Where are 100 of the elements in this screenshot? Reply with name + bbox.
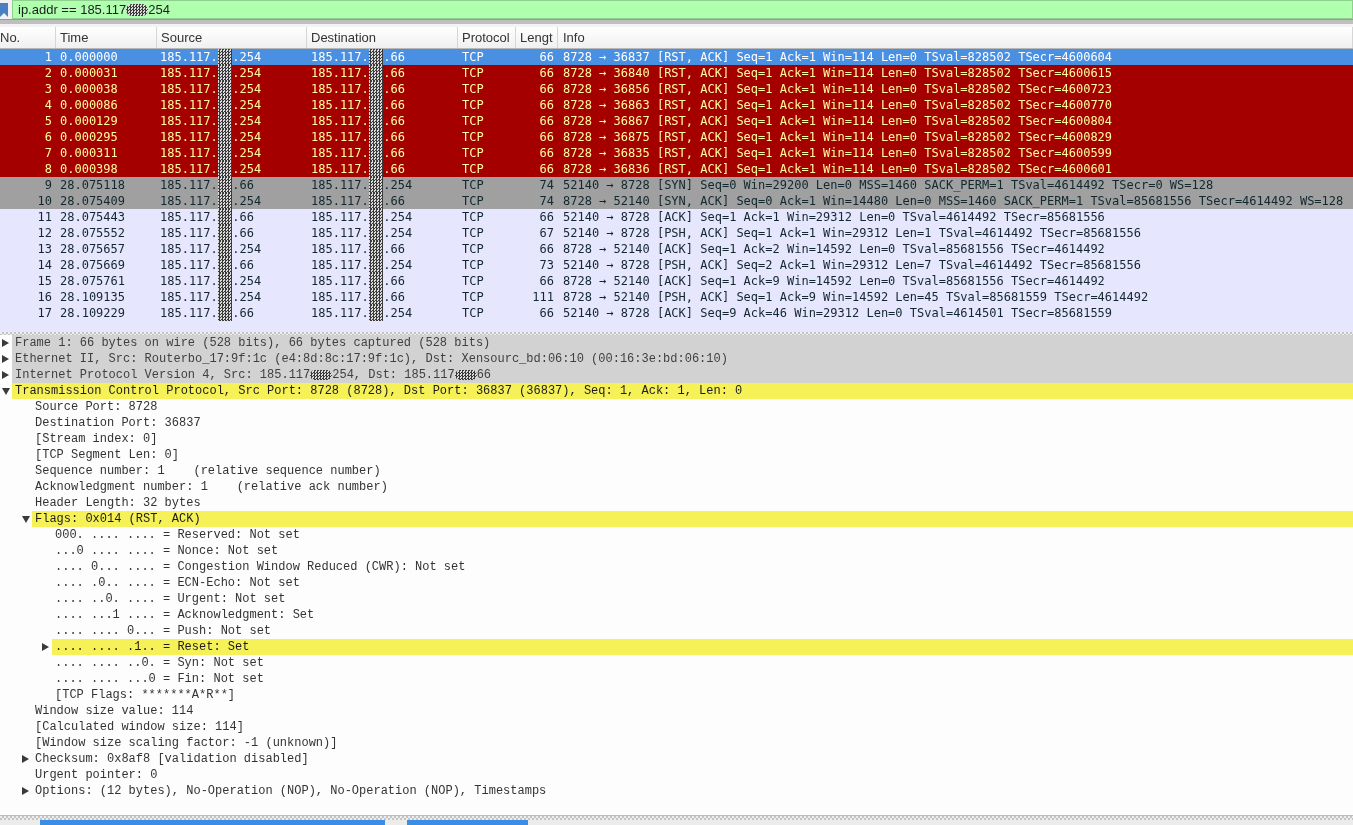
redaction-icon xyxy=(368,129,384,145)
info-text: 52140 → 8728 [PSH, ACK] Seq=1 Ack=1 Win=29312 Len=1 TSval=4614492 TSecr=85681556 xyxy=(562,225,1142,241)
column-header[interactable]: Info xyxy=(558,27,1353,48)
redaction-icon xyxy=(368,257,384,273)
packet-number: 7 xyxy=(43,145,53,161)
packet-number: 4 xyxy=(43,97,53,113)
redaction-icon xyxy=(217,273,233,289)
tree-item[interactable]: Destination Port: 36837 xyxy=(32,415,201,431)
packet-row[interactable]: 15 28.075761 185.117. .254 185.117. .66 TCP 66 8728 → 52140 [ACK] Seq=1 Ack=9 Win=14592 Len=0 TSval=85681556 TSecr=4614492 xyxy=(0,273,1353,289)
protocol-text: TCP xyxy=(461,97,485,113)
filter-field[interactable]: ip.addr == 185.117 254 xyxy=(12,0,1353,19)
tree-item[interactable]: .... .... .1.. = Reset: Set xyxy=(52,639,1353,655)
redaction-icon xyxy=(368,145,384,161)
packet-row[interactable]: 4 0.000086 185.117. .254 185.117. .66 TCP 66 8728 → 36863 [RST, ACK] Seq=1 Ack=1 Win=114 Len=0 TSval=828502 TSecr=4600770 xyxy=(0,97,1353,113)
info-text: 52140 → 8728 [PSH, ACK] Seq=2 Ack=1 Win=29312 Len=7 TSval=4614492 TSecr=85681556 xyxy=(562,257,1142,273)
protocol-text: TCP xyxy=(461,193,485,209)
right-triangle-icon[interactable] xyxy=(22,755,29,763)
column-header[interactable]: Protocol xyxy=(458,27,516,48)
length-text: 66 xyxy=(538,81,555,97)
tree-item[interactable]: Source Port: 8728 xyxy=(32,399,158,415)
column-header[interactable]: Source xyxy=(157,27,307,48)
tree-item[interactable]: Header Length: 32 bytes xyxy=(32,495,201,511)
packet-row[interactable]: 17 28.109229 185.117. .66 185.117. .254 TCP 66 52140 → 8728 [ACK] Seq=9 Ack=46 Win=29312 Len=0 TSval=4614501 TSecr=85681559 xyxy=(0,305,1353,321)
tree-item[interactable]: Ethernet II, Src: Routerbo_17:9f:1c (e4:8d:8c:17:9f:1c), Dst: Xensourc_bd:06:10 (00:16:3e:bd:06:10) xyxy=(12,351,1353,367)
column-header[interactable]: Lengt xyxy=(516,27,558,48)
packet-row[interactable]: 11 28.075443 185.117. .66 185.117. .254 TCP 66 52140 → 8728 [ACK] Seq=1 Ack=1 Win=29312 Len=0 TSval=4614492 TSecr=85681556 xyxy=(0,209,1353,225)
packet-row[interactable]: 3 0.000038 185.117. .254 185.117. .66 TCP 66 8728 → 36856 [RST, ACK] Seq=1 Ack=1 Win=114 Len=0 TSval=828502 TSecr=4600723 xyxy=(0,81,1353,97)
tree-item[interactable]: .... .... 0... = Push: Not set xyxy=(52,623,272,639)
tree-item[interactable]: Transmission Control Protocol, Src Port: 8728 (8728), Dst Port: 36837 (36837), Seq: 1, Ack: 1, Len: 0 xyxy=(12,383,1353,399)
tree-item[interactable]: .... .0.. .... = ECN-Echo: Not set xyxy=(52,575,300,591)
info-text: 52140 → 8728 [ACK] Seq=1 Ack=1 Win=29312 Len=0 TSval=4614492 TSecr=85681556 xyxy=(562,209,1106,225)
protocol-text: TCP xyxy=(461,289,485,305)
info-text: 8728 → 36835 [RST, ACK] Seq=1 Ack=1 Win=114 Len=0 TSval=828502 TSecr=4600599 xyxy=(562,145,1114,161)
time-text: 28.109135 xyxy=(59,289,127,305)
address-text: .66 xyxy=(383,145,405,161)
packet-row[interactable]: 8 0.000398 185.117. .254 185.117. .66 TCP 66 8728 → 36836 [RST, ACK] Seq=1 Ack=1 Win=114 Len=0 TSval=828502 TSecr=4600601 xyxy=(0,161,1353,177)
packet-row[interactable]: 7 0.000311 185.117. .254 185.117. .66 TCP 66 8728 → 36835 [RST, ACK] Seq=1 Ack=1 Win=114 Len=0 TSval=828502 TSecr=4600599 xyxy=(0,145,1353,161)
right-triangle-icon[interactable] xyxy=(2,355,9,363)
tree-item[interactable]: Checksum: 0x8af8 [validation disabled] xyxy=(32,751,309,767)
address-text: 185.117. xyxy=(160,81,218,97)
address-text: 185.117. xyxy=(311,65,369,81)
tree-item[interactable]: Internet Protocol Version 4, Src: 185.117 254, Dst: 185.117 66 xyxy=(12,367,1353,383)
protocol-text: TCP xyxy=(461,273,485,289)
tree-item[interactable]: Flags: 0x014 (RST, ACK) xyxy=(32,511,1353,527)
column-header[interactable]: No. xyxy=(0,27,56,48)
tree-item[interactable]: .... ...1 .... = Acknowledgment: Set xyxy=(52,607,315,623)
packet-row[interactable]: 5 0.000129 185.117. .254 185.117. .66 TCP 66 8728 → 36867 [RST, ACK] Seq=1 Ack=1 Win=114 Len=0 TSval=828502 TSecr=4600804 xyxy=(0,113,1353,129)
length-text: 74 xyxy=(538,193,555,209)
packet-row[interactable]: 2 0.000031 185.117. .254 185.117. .66 TCP 66 8728 → 36840 [RST, ACK] Seq=1 Ack=1 Win=114 Len=0 TSval=828502 TSecr=4600615 xyxy=(0,65,1353,81)
address-text: 185.117. xyxy=(160,225,218,241)
packet-row[interactable]: 16 28.109135 185.117. .254 185.117. .66 TCP 111 8728 → 52140 [PSH, ACK] Seq=1 Ack=9 Win=14592 Len=45 TSval=85681559 TSecr=4614492 xyxy=(0,289,1353,305)
column-header[interactable]: Time xyxy=(56,27,157,48)
address-text: .254 xyxy=(232,145,262,161)
tree-item[interactable]: .... 0... .... = Congestion Window Reduced (CWR): Not set xyxy=(52,559,466,575)
packet-row[interactable]: 6 0.000295 185.117. .254 185.117. .66 TCP 66 8728 → 36875 [RST, ACK] Seq=1 Ack=1 Win=114 Len=0 TSval=828502 TSecr=4600829 xyxy=(0,129,1353,145)
time-text: 0.000311 xyxy=(59,145,119,161)
address-text: .254 xyxy=(232,65,262,81)
tree-item[interactable]: ...0 .... .... = Nonce: Not set xyxy=(52,543,279,559)
down-triangle-icon[interactable] xyxy=(22,515,30,523)
tree-item[interactable]: 000. .... .... = Reserved: Not set xyxy=(52,527,300,543)
packet-row[interactable]: 12 28.075552 185.117. .66 185.117. .254 TCP 67 52140 → 8728 [PSH, ACK] Seq=1 Ack=1 Win=29312 Len=1 TSval=4614492 TSecr=85681556 xyxy=(0,225,1353,241)
address-text: .66 xyxy=(383,241,405,257)
tree-item[interactable]: Sequence number: 1 (relative sequence number) xyxy=(32,463,381,479)
down-triangle-icon[interactable] xyxy=(2,387,10,395)
protocol-text: TCP xyxy=(461,225,485,241)
tree-item[interactable]: [TCP Flags: *******A*R**] xyxy=(52,687,236,703)
bookmark-icon[interactable] xyxy=(0,2,8,17)
tree-item[interactable]: Options: (12 bytes), No-Operation (NOP), No-Operation (NOP), Timestamps xyxy=(32,783,547,799)
right-triangle-icon[interactable] xyxy=(2,371,9,379)
packet-row[interactable]: 13 28.075657 185.117. .254 185.117. .66 TCP 66 8728 → 52140 [ACK] Seq=1 Ack=2 Win=14592 Len=0 TSval=85681556 TSecr=4614492 xyxy=(0,241,1353,257)
redaction-icon xyxy=(368,113,384,129)
packet-row[interactable]: 10 28.075409 185.117. .254 185.117. .66 TCP 74 8728 → 52140 [SYN, ACK] Seq=0 Ack=1 Win=14480 Len=0 MSS=1460 SACK_PERM=1 TSval=85681556 TSecr=4614492 WS=128 xyxy=(0,193,1353,209)
packet-row[interactable]: 9 28.075118 185.117. .66 185.117. .254 TCP 74 52140 → 8728 [SYN] Seq=0 Win=29200 Len=0 MSS=1460 SACK_PERM=1 TSval=4614492 TSecr=0 WS=128 xyxy=(0,177,1353,193)
tree-item[interactable]: .... .... ...0 = Fin: Not set xyxy=(52,671,264,687)
tree-item[interactable]: [Window size scaling factor: -1 (unknown)] xyxy=(32,735,338,751)
info-text: 8728 → 52140 [ACK] Seq=1 Ack=9 Win=14592 Len=0 TSval=85681556 TSecr=4614492 xyxy=(562,273,1106,289)
tree-item[interactable]: [Calculated window size: 114] xyxy=(32,719,244,735)
length-text: 66 xyxy=(538,97,555,113)
info-text: 8728 → 52140 [SYN, ACK] Seq=0 Ack=1 Win=14480 Len=0 MSS=1460 SACK_PERM=1 TSval=85681556 TSecr=4614492 WS=128 xyxy=(562,193,1345,209)
tree-item[interactable]: .... ..0. .... = Urgent: Not set xyxy=(52,591,286,607)
right-triangle-icon[interactable] xyxy=(2,339,9,347)
length-text: 66 xyxy=(538,113,555,129)
packet-row[interactable]: 14 28.075669 185.117. .66 185.117. .254 TCP 73 52140 → 8728 [PSH, ACK] Seq=2 Ack=1 Win=29312 Len=7 TSval=4614492 TSecr=85681556 xyxy=(0,257,1353,273)
tree-item[interactable]: .... .... ..0. = Syn: Not set xyxy=(52,655,264,671)
tree-item[interactable]: Acknowledgment number: 1 (relative ack number) xyxy=(32,479,388,495)
right-triangle-icon[interactable] xyxy=(22,787,29,795)
right-triangle-icon[interactable] xyxy=(42,643,49,651)
column-header[interactable]: Destination xyxy=(307,27,458,48)
tree-item[interactable]: Frame 1: 66 bytes on wire (528 bits), 66 bytes captured (528 bits) xyxy=(12,335,1353,351)
redaction-icon xyxy=(217,145,233,161)
address-text: 185.117. xyxy=(311,241,369,257)
tree-item[interactable]: Urgent pointer: 0 xyxy=(32,767,158,783)
address-text: .254 xyxy=(232,289,262,305)
length-text: 66 xyxy=(538,305,555,321)
time-text: 28.075552 xyxy=(59,225,127,241)
tree-item[interactable]: Window size value: 114 xyxy=(32,703,194,719)
redaction-icon xyxy=(217,129,233,145)
tree-item[interactable]: [TCP Segment Len: 0] xyxy=(32,447,180,463)
tree-item[interactable]: [Stream index: 0] xyxy=(32,431,158,447)
address-text: 185.117. xyxy=(311,145,369,161)
